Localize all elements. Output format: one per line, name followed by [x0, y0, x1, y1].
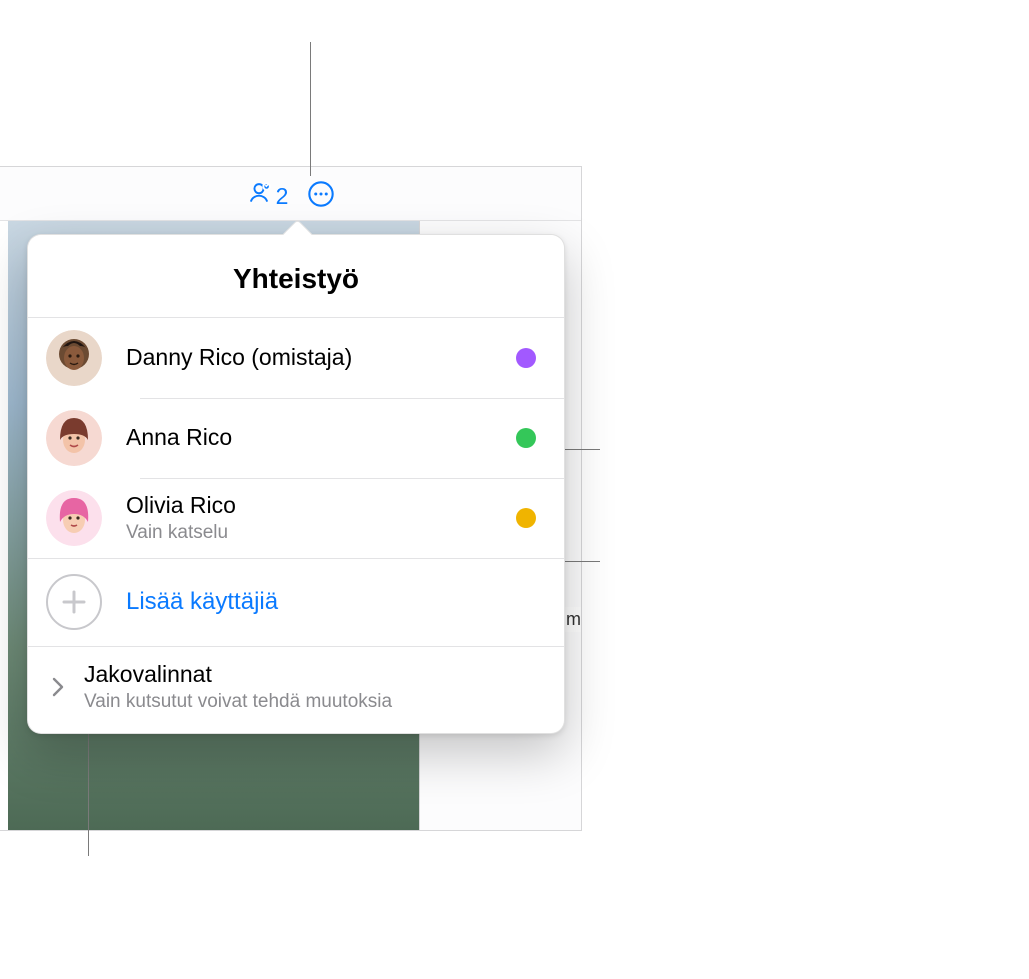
avatar [46, 330, 102, 386]
popover-title: Yhteistyö [28, 235, 564, 318]
collaborate-button[interactable]: 2 [246, 180, 289, 212]
callout-line-top [310, 42, 311, 176]
callout-line-options [88, 731, 89, 856]
share-options-text: Jakovalinnat Vain kutsutut voivat tehdä … [84, 660, 392, 715]
avatar [46, 410, 102, 466]
share-options-section: Jakovalinnat Vain kutsutut voivat tehdä … [28, 646, 564, 733]
collaborator-count: 2 [276, 183, 289, 210]
participant-row-owner[interactable]: Danny Rico (omistaja) [28, 318, 564, 398]
more-button[interactable] [306, 181, 336, 211]
chevron-right-icon [46, 677, 70, 697]
add-people-button[interactable]: Lisää käyttäjiä [28, 558, 564, 646]
participant-name: Anna Rico [126, 423, 516, 453]
share-options-button[interactable]: Jakovalinnat Vain kutsutut voivat tehdä … [28, 646, 564, 733]
status-dot [516, 348, 536, 368]
status-dot [516, 508, 536, 528]
participant-permission: Vain katselu [126, 521, 516, 546]
avatar [46, 490, 102, 546]
person-badge-icon [246, 180, 272, 212]
participant-name: Olivia Rico [126, 491, 516, 521]
toolbar: 2 [0, 176, 582, 216]
status-dot [516, 428, 536, 448]
ellipsis-circle-icon [307, 180, 335, 213]
participant-row[interactable]: Anna Rico [28, 398, 564, 478]
participant-list: Danny Rico (omistaja) Anna Rico [28, 318, 564, 558]
participant-text: Anna Rico [126, 423, 516, 453]
share-options-title: Jakovalinnat [84, 660, 392, 690]
participant-text: Danny Rico (omistaja) [126, 343, 516, 373]
add-people-label: Lisää käyttäjiä [126, 588, 278, 616]
participant-name: Danny Rico (omistaja) [126, 343, 516, 373]
share-options-subtitle: Vain kutsutut voivat tehdä muutoksia [84, 690, 392, 715]
participant-row[interactable]: Olivia Rico Vain katselu [28, 478, 564, 558]
participant-text: Olivia Rico Vain katselu [126, 491, 516, 546]
collaboration-popover: Yhteistyö Danny Rico (omistaja) [27, 234, 565, 734]
plus-circle-icon [46, 574, 102, 630]
background-left-strip [0, 221, 8, 830]
